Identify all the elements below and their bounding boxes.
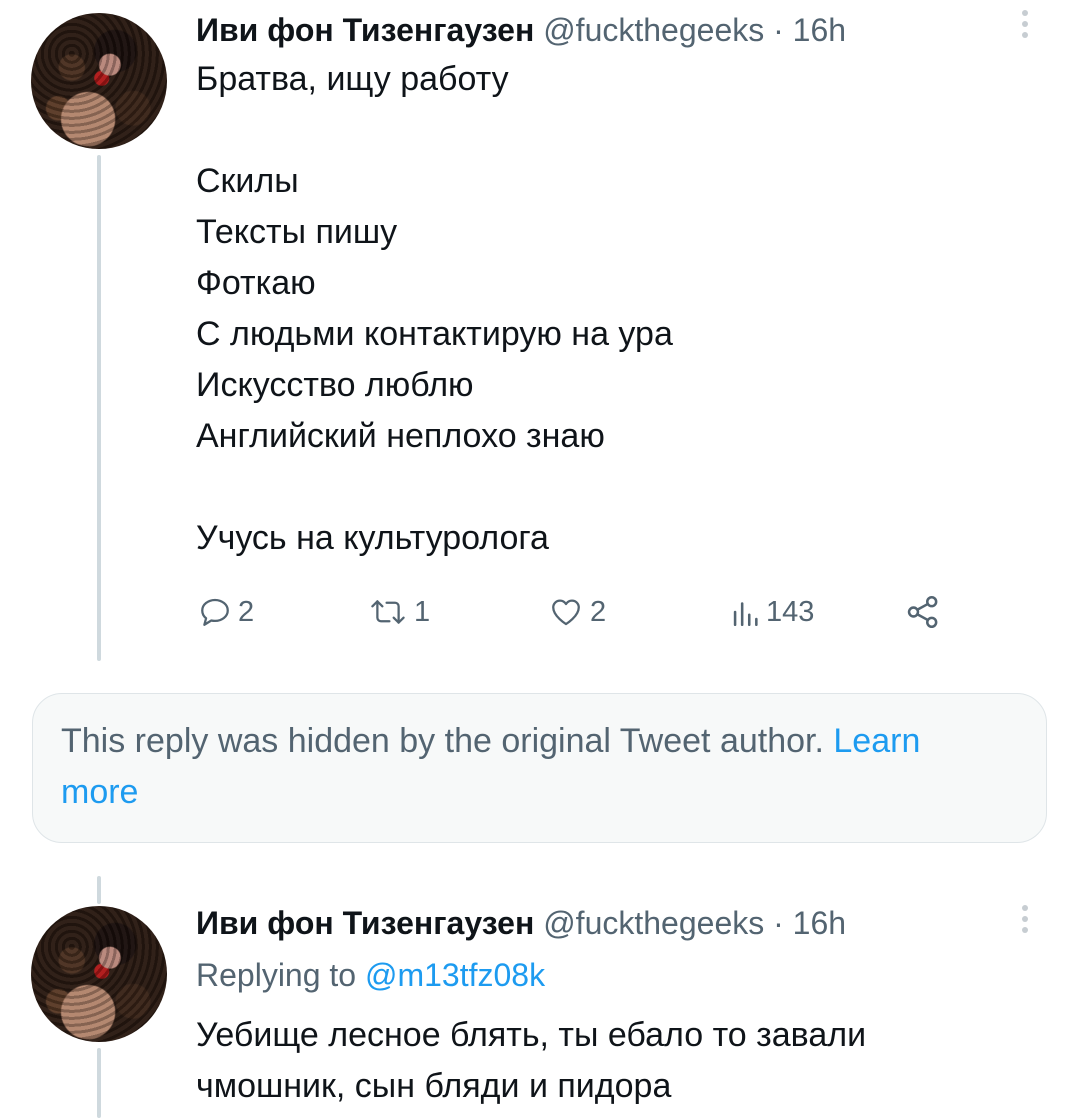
tweet-line: Уебище лесное блять, ты ебало то завали: [196, 1016, 867, 1054]
thread-line: [97, 1048, 101, 1118]
learn-more-link-cont[interactable]: more: [61, 773, 138, 811]
like-icon: [552, 599, 580, 626]
reply-icon: [201, 598, 229, 626]
replying-handle[interactable]: @m13tfz08k: [365, 957, 545, 993]
retweet-count: 1: [414, 595, 431, 628]
author-name[interactable]: Иви фон Тизенгаузен: [196, 905, 534, 941]
tweet-line: Искусство люблю: [196, 366, 474, 404]
tweet-actions: 2 1 2 143: [196, 588, 956, 636]
hidden-reply-text: This reply was hidden by the original Tw…: [61, 722, 824, 760]
views-count: 143: [766, 595, 815, 628]
timestamp[interactable]: 16h: [793, 905, 846, 941]
like-button[interactable]: 2: [548, 588, 606, 636]
retweet-icon: [371, 600, 405, 624]
tweet-line: [196, 462, 673, 513]
tweet-header: Иви фон Тизенгаузен @fuckthegeeks · 16h: [196, 10, 846, 50]
more-icon[interactable]: [1020, 10, 1030, 38]
thread-line: [97, 155, 101, 661]
retweet-button[interactable]: 1: [368, 588, 430, 636]
more-icon[interactable]: [1020, 905, 1030, 933]
like-count: 2: [590, 595, 607, 628]
tweet-line: [196, 105, 673, 156]
share-button[interactable]: [904, 588, 942, 636]
share-icon: [907, 596, 938, 628]
tweet-text: Уебище лесное блять, ты ебало то завали …: [196, 1010, 866, 1112]
tweet-line: Фоткаю: [196, 264, 316, 302]
tweet-header: Иви фон Тизенгаузен @fuckthegeeks · 16h: [196, 903, 846, 943]
reply-count: 2: [238, 595, 255, 628]
views-icon: [733, 602, 758, 627]
tweet-line: Английский неплохо знаю: [196, 417, 605, 455]
avatar[interactable]: [31, 13, 167, 149]
replying-to: Replying to @m13tfz08k: [196, 955, 545, 995]
separator: ·: [773, 12, 784, 48]
hidden-reply-notice: This reply was hidden by the original Tw…: [32, 693, 1047, 843]
timestamp[interactable]: 16h: [793, 12, 846, 48]
tweet-line: С людьми контактирую на ура: [196, 315, 673, 353]
tweet-line: Учусь на культуролога: [196, 519, 549, 557]
tweet-line: Скилы: [196, 162, 299, 200]
replying-prefix: Replying to: [196, 957, 357, 993]
author-handle[interactable]: @fuckthegeeks: [543, 12, 764, 48]
thread-line: [97, 876, 101, 904]
tweet-text: Братва, ищу работу Скилы Тексты пишу Фот…: [196, 54, 673, 564]
avatar[interactable]: [31, 906, 167, 1042]
tweet-line: чмошник, сын бляди и пидора: [196, 1067, 672, 1105]
learn-more-link[interactable]: Learn: [833, 722, 920, 760]
views-button[interactable]: 143: [730, 588, 814, 636]
tweet-line: Братва, ищу работу: [196, 60, 509, 98]
author-name[interactable]: Иви фон Тизенгаузен: [196, 12, 534, 48]
separator: ·: [773, 905, 784, 941]
tweet-line: Тексты пишу: [196, 213, 398, 251]
reply-button[interactable]: 2: [198, 588, 254, 636]
author-handle[interactable]: @fuckthegeeks: [543, 905, 764, 941]
